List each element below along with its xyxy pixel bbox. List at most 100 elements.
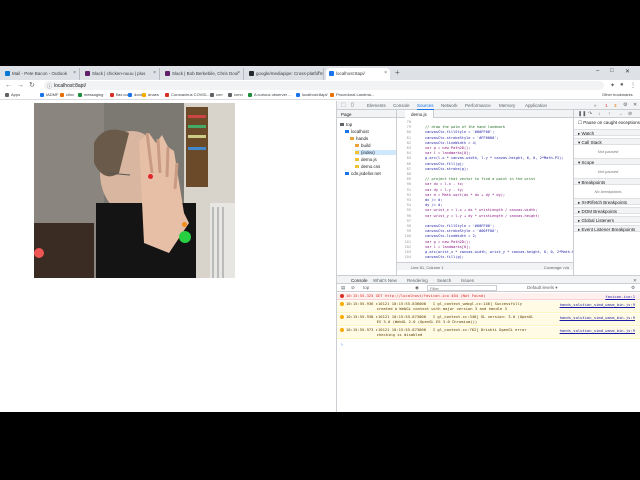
maximize-icon[interactable]: □ bbox=[610, 68, 614, 74]
close-tab-icon[interactable]: × bbox=[317, 70, 320, 76]
minimize-icon[interactable]: – bbox=[596, 68, 599, 74]
console-message-warn[interactable]: 10:15:55.936 ▸10121 10:15:55.836000 I gl… bbox=[337, 301, 640, 313]
tree-item-cloud[interactable]: localhost bbox=[345, 129, 396, 134]
debugger-section-header[interactable]: ▸ XHR/fetch Breakpoints bbox=[574, 198, 640, 205]
navigator-header[interactable]: Page bbox=[337, 110, 396, 118]
browser-tab[interactable]: google/mediapipe: Cross-platform × bbox=[246, 68, 324, 80]
close-tab-icon[interactable]: × bbox=[384, 70, 387, 76]
palm-landmark-dot bbox=[148, 174, 153, 179]
step-over-icon[interactable]: ↷ bbox=[588, 111, 592, 117]
bookmark-item[interactable]: Procedural Landma... bbox=[330, 92, 374, 97]
tree-item-frame[interactable]: top bbox=[340, 122, 396, 127]
drawer-tab[interactable]: What's New bbox=[373, 278, 397, 283]
code-line: canvasCtx.lineWidth = 4; bbox=[425, 140, 477, 145]
new-tab-button[interactable]: + bbox=[395, 68, 400, 78]
editor-file-tab[interactable]: demo.js bbox=[405, 110, 434, 118]
console-message-error[interactable]: 10:15:55.325 GET http://localhost/favico… bbox=[337, 293, 640, 300]
debugger-section-header[interactable]: ▾ Breakpoints bbox=[574, 178, 640, 185]
debugger-section-header[interactable]: ▾ Scope bbox=[574, 158, 640, 165]
devtools-tab[interactable]: Network bbox=[441, 103, 458, 108]
back-icon[interactable]: ← bbox=[5, 81, 12, 90]
inspect-icon[interactable]: ⬚ bbox=[341, 102, 346, 108]
debugger-section-header[interactable]: ▸ Global Listeners bbox=[574, 216, 640, 223]
forward-icon[interactable]: → bbox=[17, 81, 24, 90]
step-out-icon[interactable]: ↑ bbox=[608, 111, 611, 117]
close-tab-icon[interactable]: × bbox=[237, 70, 240, 76]
close-tab-icon[interactable]: × bbox=[73, 70, 76, 76]
tree-item-folder[interactable]: build bbox=[355, 143, 396, 148]
close-devtools-icon[interactable]: ✕ bbox=[633, 102, 637, 108]
console-prompt[interactable]: › bbox=[341, 342, 343, 348]
line-number: 78 bbox=[406, 120, 411, 124]
deactivate-breakpoints-icon[interactable]: ⊘ bbox=[628, 111, 632, 117]
console-source-link[interactable]: favicon.ico:1 bbox=[605, 294, 635, 299]
address-bar[interactable]: ⓘ localhost:8api/ bbox=[44, 81, 604, 90]
close-window-icon[interactable]: ✕ bbox=[625, 68, 630, 75]
debugger-section-header[interactable]: ▸ Event Listener Breakpoints bbox=[574, 225, 640, 232]
devtools-tab[interactable]: Application bbox=[525, 103, 547, 108]
console-message-warn[interactable]: 10:15:55.973 ▸10121 10:15:55.873000 I gl… bbox=[337, 327, 640, 339]
devtools-tab[interactable]: Console bbox=[393, 103, 410, 108]
extensions-icon[interactable]: ✦ bbox=[610, 82, 615, 89]
bookmark-item[interactable]: A curious observer ... bbox=[248, 92, 292, 97]
tree-item-cloud[interactable]: cdn.jsdelivr.net bbox=[345, 171, 396, 176]
settings-gear-icon[interactable]: ⚙ bbox=[623, 102, 627, 108]
tree-item-folder[interactable]: hands bbox=[350, 136, 396, 141]
console-source-link[interactable]: hands_solution_simd_wasm_bin.js:9 bbox=[560, 302, 635, 307]
code-area[interactable]: 78 79 // draw the palm of the hand landmar… bbox=[397, 119, 574, 262]
other-bookmarks[interactable]: Other bookmarks bbox=[596, 92, 633, 97]
menu-icon[interactable]: ⋮ bbox=[630, 82, 636, 89]
console-drawer: ✕ Console What's New Rendering Search Issues… bbox=[337, 275, 640, 412]
error-count-badge[interactable]: 1 bbox=[605, 103, 608, 108]
log-levels-dropdown[interactable]: Default levels ▾ bbox=[527, 285, 558, 291]
console-source-link[interactable]: hands_solution_simd_wasm_bin.js:9 bbox=[560, 315, 635, 320]
site-info-icon[interactable]: ⓘ bbox=[47, 83, 52, 90]
debugger-section-header[interactable]: ▸ Watch bbox=[574, 129, 640, 136]
debugger-section-header[interactable]: ▾ Call Stack bbox=[574, 138, 640, 145]
step-into-icon[interactable]: ↓ bbox=[598, 111, 601, 117]
tree-item-file[interactable]: demo.css bbox=[355, 164, 396, 169]
close-tab-icon[interactable]: × bbox=[153, 70, 156, 76]
profile-icon[interactable]: ● bbox=[620, 82, 624, 88]
reload-icon[interactable]: ↻ bbox=[29, 81, 35, 90]
step-icon[interactable]: → bbox=[618, 111, 623, 117]
browser-tab[interactable]: Slack | Bob Berkebile, Chris Door × bbox=[162, 68, 244, 80]
bookmark-item[interactable]: clinx bbox=[60, 92, 74, 97]
drawer-tab[interactable]: Issues bbox=[461, 278, 474, 283]
console-message-warn[interactable]: 10:15:55.938 ▸10121 10:15:55.873000 I gl… bbox=[337, 314, 640, 326]
devtools-tab[interactable]: Sources bbox=[417, 103, 434, 110]
console-filter-input[interactable] bbox=[427, 285, 497, 291]
tree-item-file[interactable]: demo.js bbox=[355, 157, 396, 162]
context-selector[interactable]: top bbox=[363, 285, 369, 290]
bookmark-item[interactable]: cnrr bbox=[210, 92, 223, 97]
bookmark-item[interactable]: IADMF bbox=[40, 92, 58, 97]
devtools-tab[interactable]: Elements bbox=[367, 103, 386, 108]
bookmark-item[interactable]: cnnn bbox=[228, 92, 243, 97]
pause-icon[interactable]: ❚❚ bbox=[578, 111, 586, 117]
drawer-tab[interactable]: Search bbox=[437, 278, 451, 283]
drawer-tab[interactable]: Rendering bbox=[407, 278, 428, 283]
bookmark-item[interactable]: localhost:8api/ bbox=[296, 92, 328, 97]
tree-item-file[interactable]: (index) bbox=[355, 150, 396, 155]
pause-on-exceptions[interactable]: ☐ Pause on caught exceptions bbox=[574, 120, 640, 126]
bookmark-item[interactable]: docs bbox=[128, 92, 142, 97]
debugger-section-header[interactable]: ▸ DOM Breakpoints bbox=[574, 207, 640, 214]
sidebar-toggle-icon[interactable]: ▤ bbox=[341, 285, 345, 291]
drawer-tab[interactable]: Console bbox=[351, 278, 368, 283]
console-settings-icon[interactable]: ⚙ bbox=[631, 285, 635, 291]
devtools-tab[interactable]: Performance bbox=[465, 103, 491, 108]
devtools-tab[interactable]: Memory bbox=[499, 103, 515, 108]
eye-icon[interactable]: ◉ bbox=[415, 285, 419, 291]
bookmark-item[interactable]: messaging bbox=[78, 92, 103, 97]
bookmark-item[interactable]: Apps bbox=[5, 92, 20, 97]
warning-count-badge[interactable]: 3 bbox=[614, 103, 617, 108]
console-source-link[interactable]: hands_solution_simd_wasm_bin.js:9 bbox=[560, 328, 635, 333]
browser-tab[interactable]: localhost:8api/ × bbox=[326, 68, 390, 80]
clear-console-icon[interactable]: ⊘ bbox=[351, 285, 355, 291]
bookmark-item[interactable]: Coronavirus COVID-... bbox=[165, 92, 211, 97]
browser-tab[interactable]: Mail - Pete Bacon - Outlook × bbox=[2, 68, 80, 80]
bookmark-item[interactable]: dnaes bbox=[142, 92, 159, 97]
device-toggle-icon[interactable]: ▯ bbox=[351, 102, 354, 108]
devtools-more-tabs[interactable]: » bbox=[594, 103, 597, 108]
browser-tab[interactable]: Slack | chicken-nuuu | plus × bbox=[82, 68, 160, 80]
